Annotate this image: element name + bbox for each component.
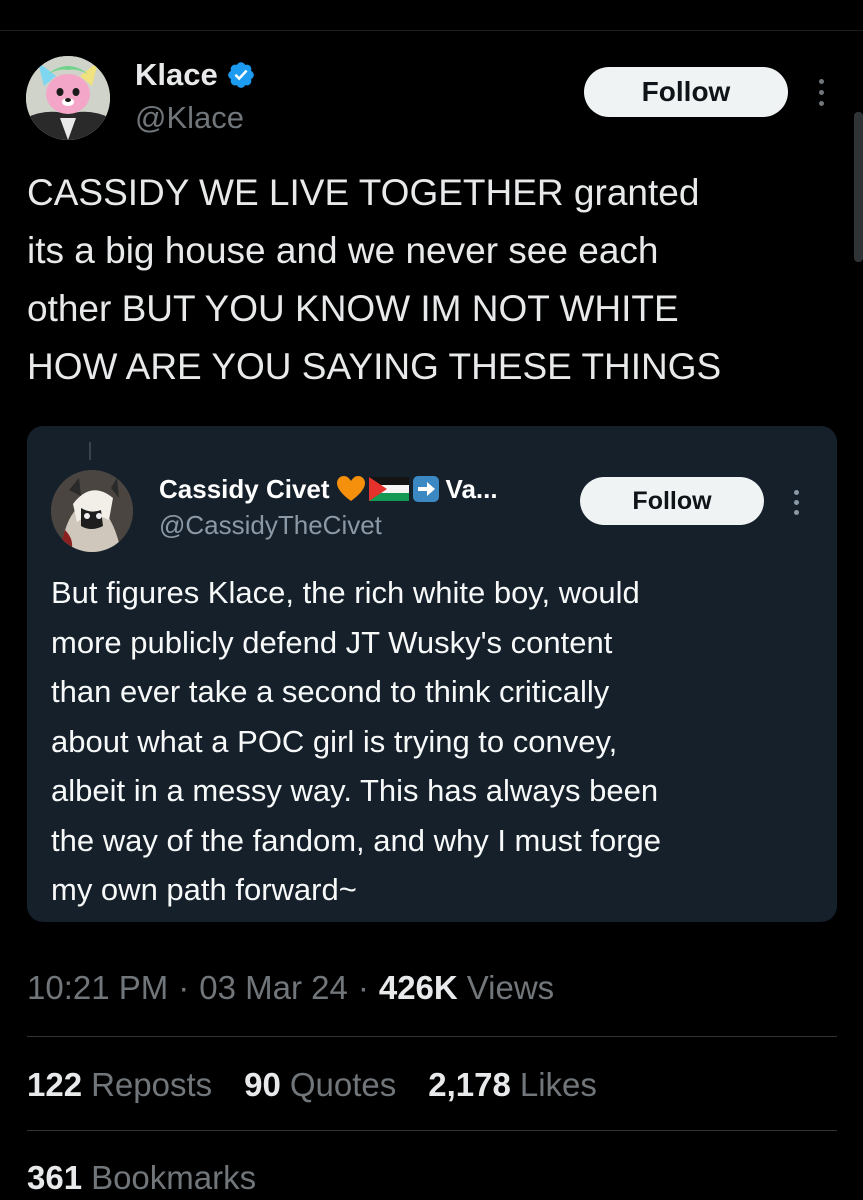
bookmarks-count: 361	[27, 1159, 83, 1196]
reposts-count: 122	[27, 1066, 83, 1103]
tweet-time[interactable]: 10:21 PM	[27, 969, 168, 1007]
divider	[27, 1036, 837, 1037]
divider	[27, 1130, 837, 1131]
bookmarks-label: Bookmarks	[91, 1159, 257, 1196]
quotes-count: 90	[244, 1066, 281, 1103]
avatar-image	[26, 56, 110, 140]
likes-count: 2,178	[428, 1066, 511, 1103]
quoted-author-avatar[interactable]	[51, 470, 133, 552]
author-name[interactable]: Klace	[135, 57, 218, 93]
verified-badge-icon	[227, 62, 254, 88]
quoted-avatar-image	[51, 470, 133, 552]
palestine-flag-icon	[368, 477, 409, 501]
tweet-text: CASSIDY WE LIVE TOGETHER granted its a b…	[27, 172, 722, 387]
reposts-stat[interactable]: 122 Reposts	[27, 1066, 212, 1104]
bookmarks-stat[interactable]: 361 Bookmarks	[27, 1156, 256, 1200]
quoted-tweet-text: But figures Klace, the rich white boy, w…	[51, 575, 661, 907]
quoted-tweet-card[interactable]: Cassidy Civet Va... @CassidyTheCivet Fol…	[27, 426, 837, 922]
quoted-author-emojis	[336, 475, 440, 503]
likes-stat[interactable]: 2,178 Likes	[428, 1066, 597, 1104]
tweet-meta: 10:21 PM · 03 Mar 24 · 426K Views	[27, 966, 554, 1010]
top-divider	[0, 30, 863, 31]
right-arrow-icon	[412, 476, 439, 502]
quoted-author-name[interactable]: Cassidy Civet	[159, 474, 330, 505]
more-dots-icon[interactable]	[806, 70, 836, 114]
quoted-author-name-suffix: Va...	[445, 473, 498, 504]
quotes-stat[interactable]: 90 Quotes	[244, 1066, 396, 1104]
meta-separator: ·	[357, 969, 369, 1006]
author-handle[interactable]: @Klace	[135, 100, 244, 136]
scrollbar[interactable]	[854, 112, 863, 262]
quoted-follow-button[interactable]: Follow	[580, 477, 764, 525]
follow-button[interactable]: Follow	[584, 67, 788, 117]
views-count: 426K	[378, 969, 458, 1006]
quoted-more-dots-icon[interactable]	[783, 482, 809, 522]
author-name-row[interactable]: Klace	[135, 56, 256, 94]
quoted-author-handle[interactable]: @CassidyTheCivet	[159, 510, 382, 541]
quoted-author-name-row[interactable]: Cassidy Civet Va...	[159, 472, 498, 506]
orange-heart-icon	[336, 476, 365, 501]
thread-line	[89, 442, 91, 460]
likes-label: Likes	[519, 1066, 597, 1103]
meta-separator: ·	[178, 969, 190, 1006]
quotes-label: Quotes	[289, 1066, 397, 1103]
views-label: Views	[466, 969, 555, 1006]
tweet-date[interactable]: 03 Mar 24	[199, 969, 348, 1007]
reposts-label: Reposts	[91, 1066, 213, 1103]
engagement-stats: 122 Reposts 90 Quotes 2,178 Likes	[27, 1063, 629, 1107]
author-avatar[interactable]	[26, 56, 110, 140]
